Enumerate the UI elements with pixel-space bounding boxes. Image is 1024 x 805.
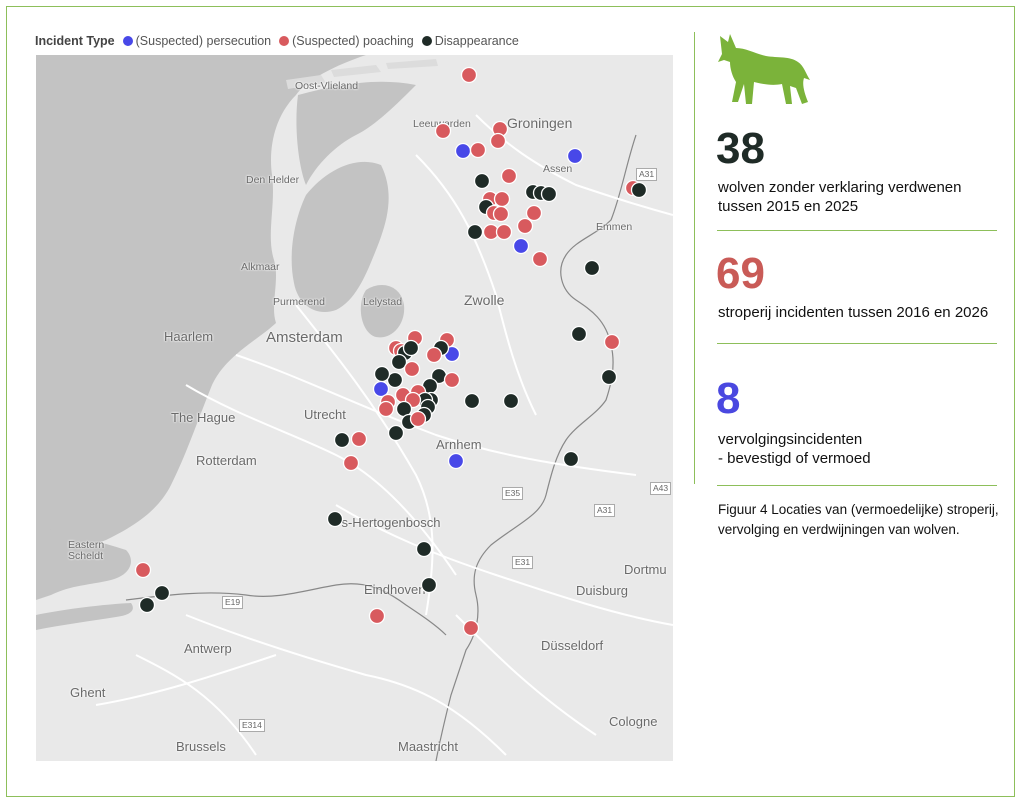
legend-item-disappearance[interactable]: Disappearance <box>421 34 519 48</box>
incident-marker-disappearance[interactable] <box>466 223 484 241</box>
incident-marker-disappearance[interactable] <box>463 392 481 410</box>
legend-label-poaching: (Suspected) poaching <box>292 34 414 48</box>
incident-marker-disappearance[interactable] <box>420 576 438 594</box>
stat-text-disappearance: wolven zonder verklaring verdwenen tusse… <box>718 179 962 215</box>
incident-marker-persecution[interactable] <box>454 142 472 160</box>
incident-marker-disappearance[interactable] <box>138 596 156 614</box>
divider <box>717 230 997 231</box>
incident-markers <box>134 66 648 637</box>
incident-marker-disappearance[interactable] <box>333 431 351 449</box>
incident-marker-disappearance[interactable] <box>387 424 405 442</box>
incident-marker-poaching[interactable] <box>350 430 368 448</box>
incident-marker-poaching[interactable] <box>603 333 621 351</box>
incident-marker-poaching[interactable] <box>516 217 534 235</box>
legend-item-poaching[interactable]: (Suspected) poaching <box>279 34 414 48</box>
stat-text-poaching: stroperij incidenten tussen 2016 en 2026 <box>718 304 989 321</box>
legend-label-persecution: (Suspected) persecution <box>135 34 272 48</box>
incident-marker-disappearance[interactable] <box>540 185 558 203</box>
incident-marker-disappearance[interactable] <box>326 510 344 528</box>
incident-map[interactable]: Oost-Vlieland Leeuwarden Groningen Assen… <box>36 55 673 761</box>
incident-marker-disappearance[interactable] <box>473 172 491 190</box>
wolf-icon <box>718 34 810 104</box>
incident-marker-poaching[interactable] <box>434 122 452 140</box>
incident-marker-disappearance[interactable] <box>373 365 391 383</box>
stat-number-poaching: 69 <box>716 249 765 298</box>
incident-marker-poaching[interactable] <box>493 190 511 208</box>
legend-dot-disappearance <box>421 36 432 46</box>
incident-marker-poaching[interactable] <box>525 204 543 222</box>
incident-marker-disappearance[interactable] <box>502 392 520 410</box>
legend-label-disappearance: Disappearance <box>434 34 519 48</box>
incident-marker-poaching[interactable] <box>342 454 360 472</box>
divider <box>717 485 997 486</box>
incident-marker-poaching[interactable] <box>460 66 478 84</box>
incident-marker-disappearance[interactable] <box>402 339 420 357</box>
incident-marker-disappearance[interactable] <box>583 259 601 277</box>
incident-marker-persecution[interactable] <box>447 452 465 470</box>
stat-number-disappearance: 38 <box>716 124 765 173</box>
incident-marker-disappearance[interactable] <box>570 325 588 343</box>
stat-text-persecution: vervolgingsincidenten - bevestigd of ver… <box>718 431 871 467</box>
divider <box>717 343 997 344</box>
incident-marker-persecution[interactable] <box>512 237 530 255</box>
incident-marker-poaching[interactable] <box>469 141 487 159</box>
incident-marker-disappearance[interactable] <box>562 450 580 468</box>
incident-marker-poaching[interactable] <box>409 410 427 428</box>
incident-marker-poaching[interactable] <box>495 223 513 241</box>
incident-marker-disappearance[interactable] <box>630 181 648 199</box>
divider-vertical <box>694 32 695 484</box>
incident-marker-poaching[interactable] <box>462 619 480 637</box>
legend-item-persecution[interactable]: (Suspected) persecution <box>122 34 272 48</box>
incident-marker-disappearance[interactable] <box>600 368 618 386</box>
stat-number-persecution: 8 <box>716 374 741 423</box>
incident-marker-poaching[interactable] <box>368 607 386 625</box>
incident-marker-poaching[interactable] <box>492 205 510 223</box>
incident-marker-poaching[interactable] <box>134 561 152 579</box>
incident-marker-disappearance[interactable] <box>415 540 433 558</box>
incident-marker-poaching[interactable] <box>531 250 549 268</box>
incident-marker-poaching[interactable] <box>403 360 421 378</box>
incident-marker-poaching[interactable] <box>425 346 443 364</box>
legend-title: Incident Type <box>35 34 115 48</box>
legend-dot-persecution <box>122 36 133 46</box>
incident-marker-disappearance[interactable] <box>153 584 171 602</box>
map-legend: Incident Type (Suspected) persecution (S… <box>35 34 527 48</box>
incident-marker-poaching[interactable] <box>500 167 518 185</box>
figure-caption: Figuur 4 Locaties van (vermoedelijke) st… <box>718 502 999 537</box>
incident-marker-persecution[interactable] <box>566 147 584 165</box>
incident-marker-poaching[interactable] <box>443 371 461 389</box>
incident-marker-poaching[interactable] <box>377 400 395 418</box>
legend-dot-poaching <box>279 36 290 46</box>
incident-marker-poaching[interactable] <box>489 132 507 150</box>
